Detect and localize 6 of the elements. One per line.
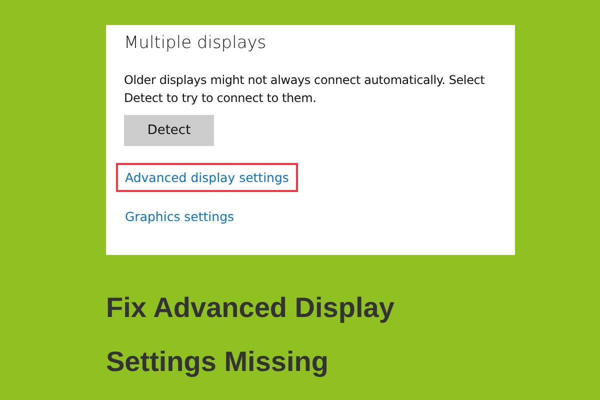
headline: Fix Advanced Display Settings Missing: [106, 291, 396, 379]
description-text: Older displays might not always connect automatically. Select Detect to try to connect to them.: [124, 72, 486, 107]
section-heading: Multiple displays: [124, 33, 268, 53]
settings-link[interactable]: Graphics settings: [116, 202, 244, 231]
detect-button[interactable]: Detect: [124, 115, 214, 146]
settings-link[interactable]: Advanced display settings: [116, 163, 298, 192]
